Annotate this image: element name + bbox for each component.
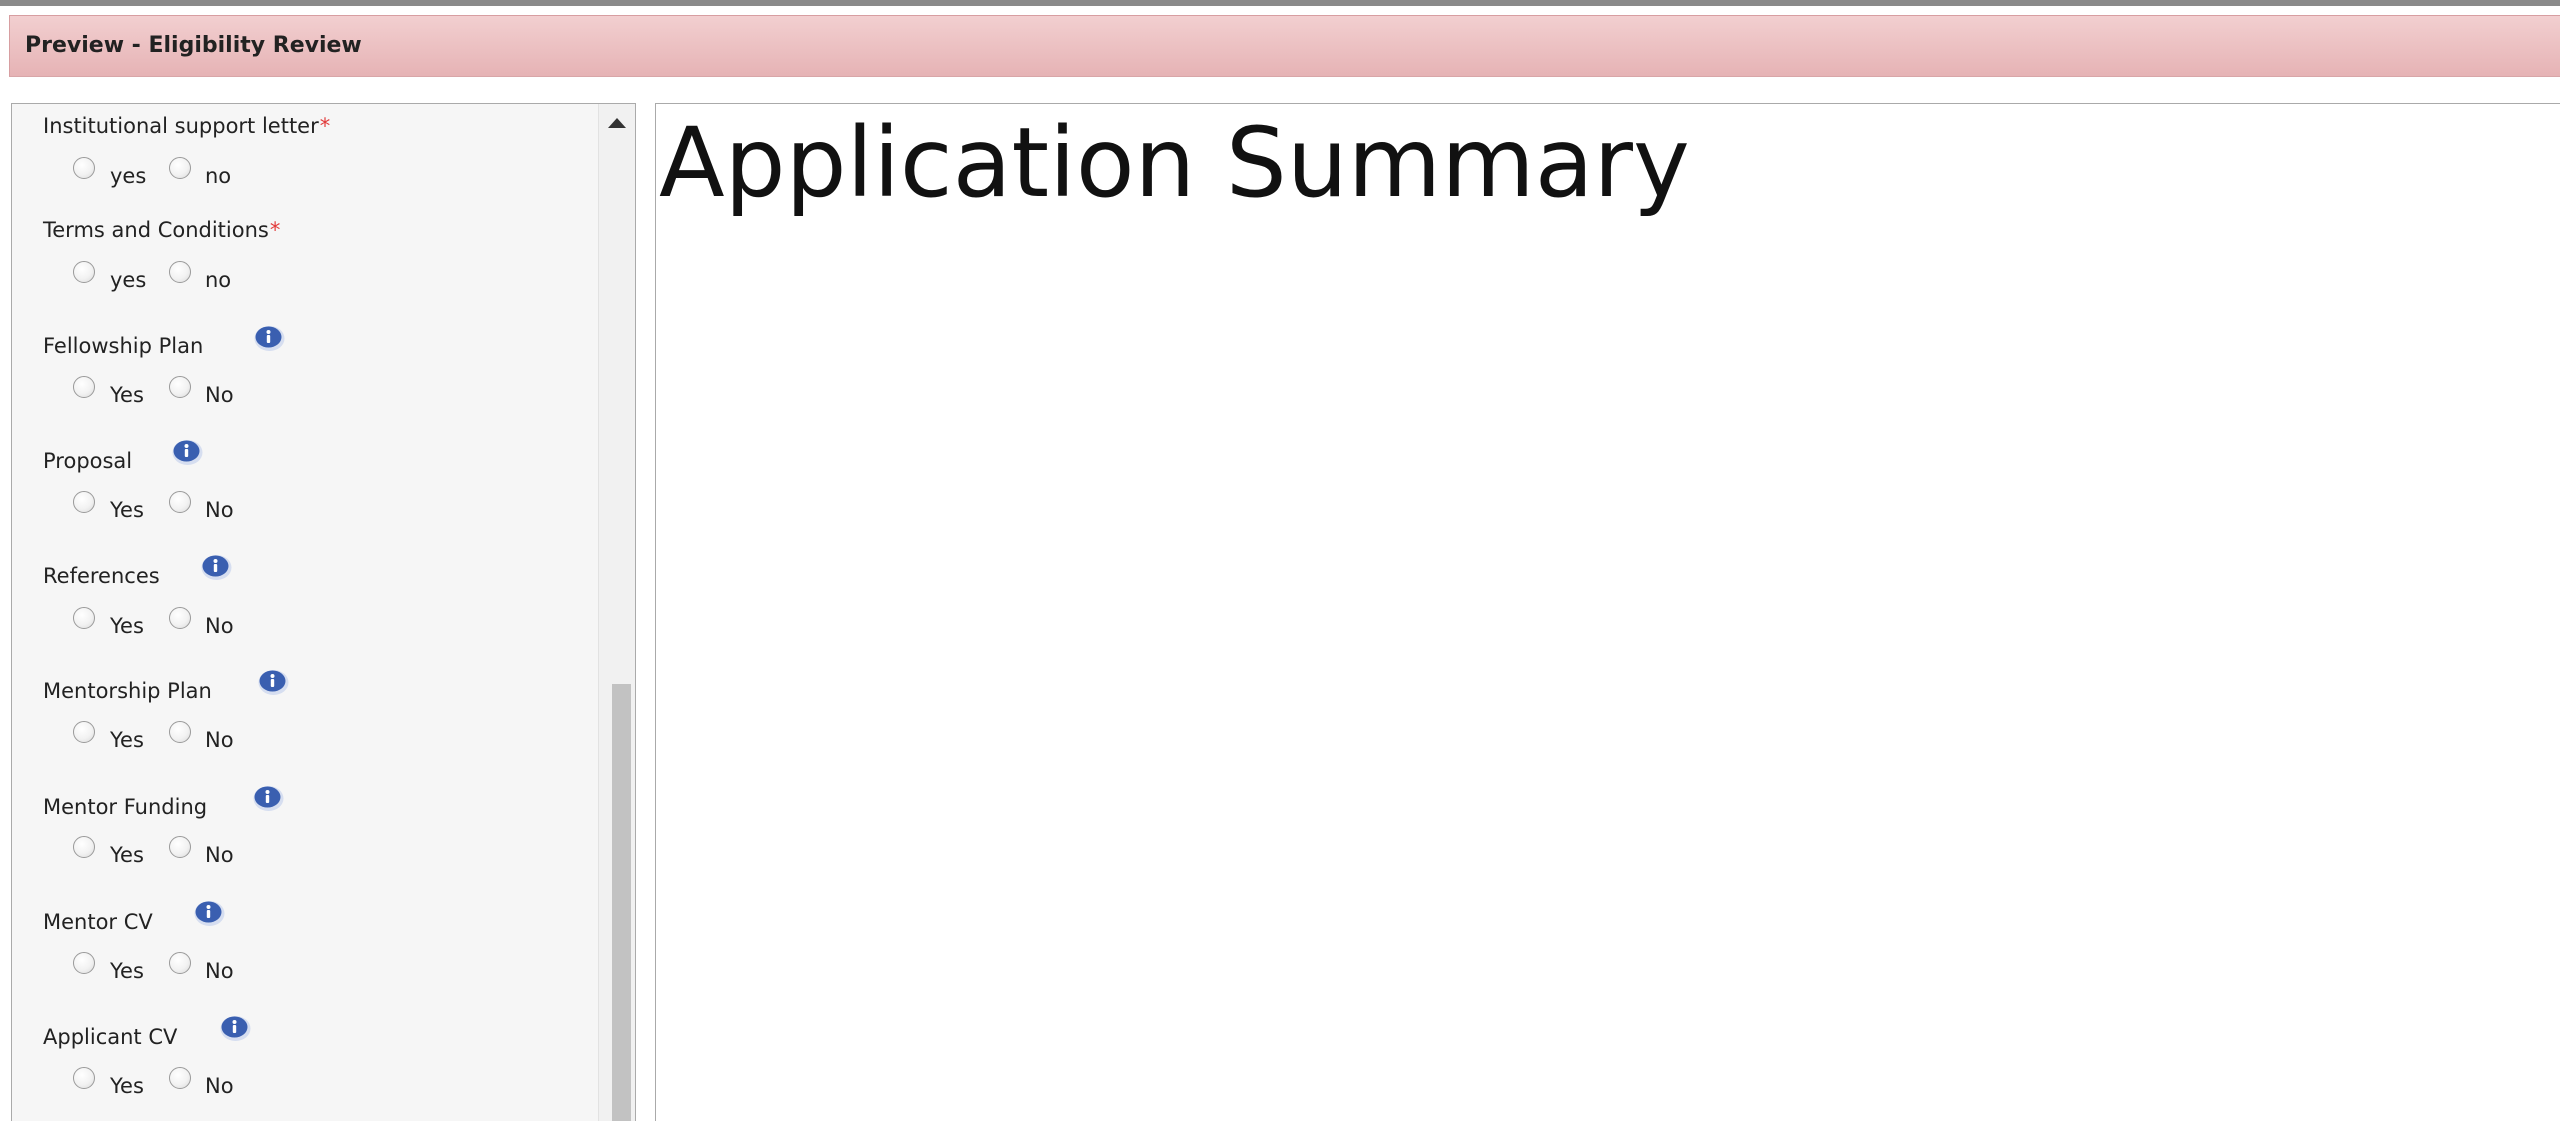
radio-label-yes: yes [110, 268, 147, 292]
info-icon[interactable] [220, 1015, 251, 1042]
radio-no[interactable] [169, 836, 191, 858]
window-top-border [0, 0, 2560, 6]
radio-label-no: No [205, 498, 234, 522]
scroll-up-arrow-icon[interactable] [608, 118, 626, 128]
required-asterisk: * [319, 114, 331, 138]
radio-no[interactable] [169, 491, 191, 513]
vertical-scrollbar[interactable] [598, 104, 635, 1121]
info-icon[interactable] [253, 785, 284, 812]
radio-yes[interactable] [73, 1067, 95, 1089]
radio-label-no: no [205, 164, 232, 188]
info-icon[interactable] [194, 900, 225, 927]
radio-yes[interactable] [73, 261, 95, 283]
radio-yes[interactable] [73, 607, 95, 629]
application-summary-panel: Application Summary [655, 103, 2560, 1121]
window-title: Preview - Eligibility Review [25, 33, 362, 58]
radio-group: yes no [61, 157, 281, 188]
question-label: Applicant CV [43, 1025, 178, 1049]
radio-yes[interactable] [73, 376, 95, 398]
application-summary-title: Application Summary [659, 107, 1690, 219]
radio-label-no: No [205, 614, 234, 638]
question-label: Fellowship Plan [43, 334, 204, 358]
radio-label-yes: Yes [110, 614, 144, 638]
radio-group: Yes No [61, 952, 281, 983]
app-window: Preview - Eligibility Review Institution… [0, 0, 2560, 1121]
question-label-text: Terms and Conditions [43, 218, 269, 242]
radio-label-yes: yes [110, 164, 147, 188]
scrollbar-thumb[interactable] [612, 684, 631, 1121]
question-label: Terms and Conditions* [43, 217, 280, 243]
radio-no[interactable] [169, 607, 191, 629]
radio-label-yes: Yes [110, 843, 144, 867]
question-label: Institutional support letter* [43, 113, 330, 139]
radio-label-yes: Yes [110, 1074, 144, 1098]
question-label-text: Institutional support letter [43, 114, 319, 138]
radio-no[interactable] [169, 376, 191, 398]
radio-no[interactable] [169, 157, 191, 179]
radio-label-yes: Yes [110, 728, 144, 752]
question-label: Mentorship Plan [43, 679, 212, 703]
radio-yes[interactable] [73, 836, 95, 858]
radio-label-yes: Yes [110, 383, 144, 407]
radio-yes[interactable] [73, 491, 95, 513]
radio-group: Yes No [61, 836, 281, 867]
info-icon[interactable] [258, 669, 289, 696]
radio-no[interactable] [169, 1067, 191, 1089]
radio-group: Yes No [61, 1067, 281, 1098]
radio-no[interactable] [169, 721, 191, 743]
radio-yes[interactable] [73, 721, 95, 743]
radio-label-no: No [205, 728, 234, 752]
radio-no[interactable] [169, 261, 191, 283]
radio-label-no: No [205, 383, 234, 407]
radio-label-yes: Yes [110, 498, 144, 522]
radio-label-no: No [205, 959, 234, 983]
radio-label-no: No [205, 843, 234, 867]
radio-group: yes no [61, 261, 281, 292]
radio-label-no: no [205, 268, 232, 292]
info-icon[interactable] [172, 439, 203, 466]
radio-yes[interactable] [73, 157, 95, 179]
eligibility-form: Institutional support letter* yes no Ter… [12, 104, 598, 1121]
info-icon[interactable] [254, 325, 285, 352]
radio-group: Yes No [61, 491, 281, 522]
radio-group: Yes No [61, 607, 281, 638]
info-icon[interactable] [201, 554, 232, 581]
radio-yes[interactable] [73, 952, 95, 974]
question-label: References [43, 564, 160, 588]
required-asterisk: * [269, 218, 281, 242]
question-label: Proposal [43, 449, 133, 473]
question-label: Mentor CV [43, 910, 153, 934]
radio-label-no: No [205, 1074, 234, 1098]
eligibility-review-panel: Institutional support letter* yes no Ter… [11, 103, 636, 1121]
radio-group: Yes No [61, 376, 281, 407]
title-bar: Preview - Eligibility Review [9, 15, 2560, 77]
radio-group: Yes No [61, 721, 281, 752]
radio-label-yes: Yes [110, 959, 144, 983]
question-label: Mentor Funding [43, 795, 208, 819]
radio-no[interactable] [169, 952, 191, 974]
